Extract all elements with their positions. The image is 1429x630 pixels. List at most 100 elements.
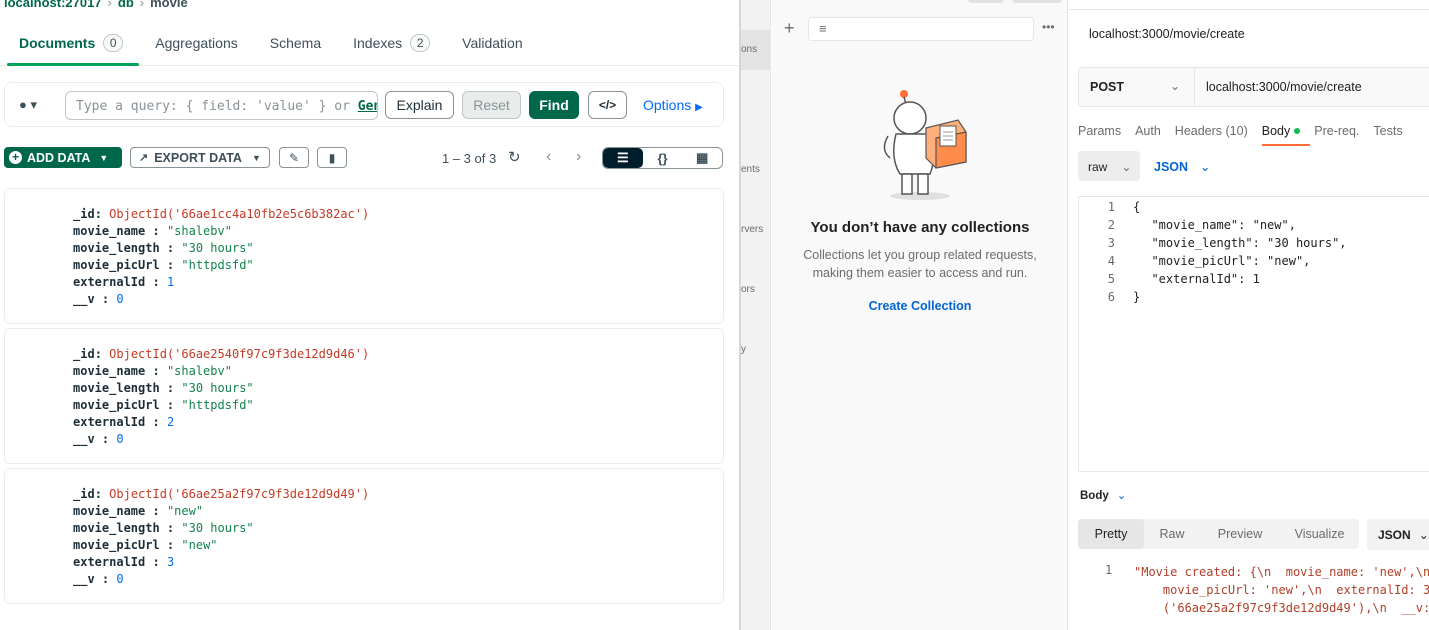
field-v: __v : 0 [73,572,124,586]
sidebar-item-fragment[interactable]: ons [741,44,757,55]
collections-filter-input[interactable]: ≡ [808,17,1034,41]
response-body-toggle[interactable]: Body ⌄ [1080,488,1126,502]
code-line: { [1133,200,1141,214]
method-select[interactable]: POST ⌄ [1079,68,1195,106]
field-value: 2 [166,415,175,429]
tab-pre-req[interactable]: Pre-req. [1314,124,1359,138]
field-key: movie_length [73,381,160,395]
top-tab-stub [1012,0,1062,3]
field-value: "30 hours" [181,381,254,395]
empty-collections-title: You don’t have any collections [810,219,1030,236]
tab-indexes[interactable]: Indexes 2 [337,28,446,58]
tab-auth[interactable]: Auth [1135,124,1161,138]
code-icon[interactable]: </> [588,91,627,119]
body-editor[interactable]: 1 2 3 4 5 6 { "movie_name": "new", "movi… [1078,196,1429,472]
list-view-icon[interactable]: ☰ [603,148,643,168]
tab-body[interactable]: Body [1261,124,1310,146]
pagination-count: 1 – 3 of 3 [442,151,497,166]
field-movie-length: movie_length : "30 hours" [73,521,254,535]
sidebar-item-fragment[interactable]: ors [741,284,755,295]
plus-icon[interactable]: + [784,18,795,39]
field-externalid: externalId : 1 [73,275,175,289]
line-number: 1 [1107,200,1115,214]
url-input[interactable]: localhost:3000/movie/create [1206,80,1362,94]
tab-visualize[interactable]: Visualize [1280,519,1359,549]
refresh-icon[interactable]: ↻ [508,148,521,166]
body-mode-label: raw [1088,160,1108,174]
tab-preview[interactable]: Preview [1200,519,1280,549]
field-value: "httpdsfd" [181,258,254,272]
add-data-button[interactable]: + ADD DATA ▼ [4,147,122,168]
tab-raw[interactable]: Raw [1144,519,1200,549]
response-format-select[interactable]: JSON ⌄ [1367,519,1429,550]
field-value: "new" [166,504,204,518]
field-externalid: externalId : 3 [73,555,175,569]
reset-button[interactable]: Reset [462,91,521,119]
generate-query-link[interactable]: Gen [358,99,377,114]
query-input[interactable]: Type a query: { field: 'value' } or Gen [65,91,378,120]
export-icon: ↗ [139,152,149,164]
find-button[interactable]: Find [529,91,579,119]
tab-headers[interactable]: Headers (10) [1175,124,1248,138]
prev-page-icon[interactable]: ‹ [546,148,551,166]
tab-params[interactable]: Params [1078,124,1121,138]
document-card[interactable]: _id: ObjectId('66ae25a2f97c9f3de12d9d49'… [4,468,724,604]
status-dot-icon [1294,128,1301,134]
edit-pencil-icon[interactable]: ✎ [279,147,309,168]
document-card[interactable]: _id: ObjectId('66ae1cc4a10fb2e5c6b382ac'… [4,188,724,324]
field-value: 1 [166,275,175,289]
code-line: "movie_picUrl": "new", [1137,254,1311,268]
explain-button[interactable]: Explain [385,91,454,119]
request-tabs: Params Auth Headers (10) Body Pre-req. T… [1078,124,1417,146]
query-history-button[interactable]: ● ▾ [19,97,37,113]
response-body-label: Body [1080,490,1109,502]
breadcrumb-db[interactable]: db [118,0,134,10]
tab-label: Documents [19,35,96,51]
tab-schema[interactable]: Schema [254,28,337,58]
field-value: "30 hours" [181,241,254,255]
count-badge: 0 [103,34,124,52]
field-key: _id [73,487,95,501]
tab-pretty[interactable]: Pretty [1078,519,1144,549]
sidebar-item-fragment[interactable]: rvers [741,224,763,235]
sidebar-item-fragment[interactable]: ents [741,164,760,175]
line-number: 2 [1107,218,1115,232]
breadcrumb-host[interactable]: localhost:27017 [4,0,102,10]
line-number: 3 [1107,236,1115,250]
create-collection-link[interactable]: Create Collection [772,299,1068,313]
sidebar-item-fragment[interactable]: y [741,344,746,355]
body-format-select[interactable]: JSON ⌄ [1154,159,1211,174]
method-label: POST [1090,80,1125,94]
collection-tabs: Documents 0 Aggregations Schema Indexes 2 … [0,28,739,66]
query-placeholder: Type a query: { field: 'value' } or [76,99,350,114]
tab-documents[interactable]: Documents 0 [3,28,140,66]
tab-validation[interactable]: Validation [446,28,538,58]
code-line: "movie_length": "30 hours", [1137,236,1347,250]
code-line: "externalId": 1 [1137,272,1260,286]
export-data-button[interactable]: ↗ EXPORT DATA ▼ [130,147,270,168]
field-movie-length: movie_length : "30 hours" [73,381,254,395]
query-bar: ● ▾ Type a query: { field: 'value' } or … [4,82,724,127]
more-options-icon[interactable]: ••• [1042,20,1055,34]
field-key: movie_picUrl [73,538,160,552]
request-title[interactable]: localhost:3000/movie/create [1089,27,1245,41]
body-mode-select[interactable]: raw ⌄ [1078,151,1140,181]
caret-right-icon: ▶ [695,102,703,113]
trash-icon[interactable]: ▮ [317,147,347,168]
field-id: _id: ObjectId('66ae1cc4a10fb2e5c6b382ac'… [73,207,370,221]
tab-aggregations[interactable]: Aggregations [139,28,254,58]
next-page-icon[interactable]: › [576,148,581,166]
response-text: "Movie created: {\n movie_name: 'new',\n… [1134,565,1429,615]
export-data-label: EXPORT DATA [154,150,242,165]
field-movie-picurl: movie_picUrl : "httpdsfd" [73,398,254,412]
add-data-label: ADD DATA [27,150,91,165]
code-line: } [1133,290,1141,304]
json-view-icon[interactable]: {} [643,148,683,168]
field-movie-name: movie_name : "new" [73,504,204,518]
options-toggle[interactable]: Options ▶ [643,97,703,113]
empty-collections-description: Collections let you group related reques… [803,248,1037,280]
chevron-down-icon: ⌄ [1200,160,1211,174]
document-card[interactable]: _id: ObjectId('66ae2540f97c9f3de12d9d46'… [4,328,724,464]
table-view-icon[interactable]: ▦ [682,148,722,168]
tab-tests[interactable]: Tests [1373,124,1402,138]
